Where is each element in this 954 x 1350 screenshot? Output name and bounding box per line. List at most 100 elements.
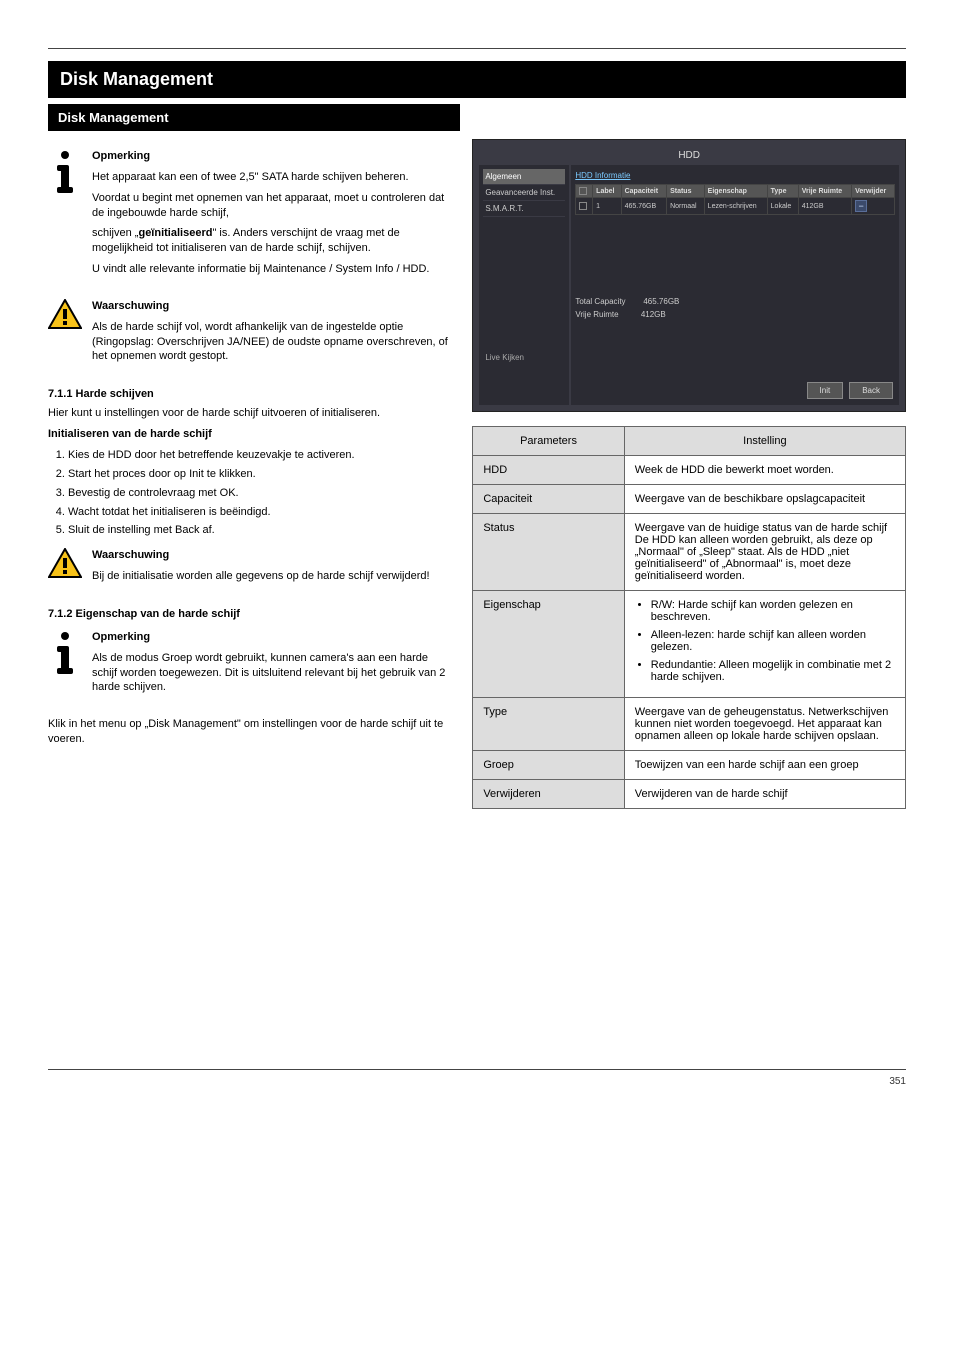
cell-value: Weergave van de geheugenstatus. Netwerks… — [624, 698, 905, 751]
cell-value: Verwijderen van de harde schijf — [624, 780, 905, 809]
right-column: HDD Algemeen Geavanceerde Inst. S.M.A.R.… — [472, 139, 906, 809]
cell-param: Verwijderen — [473, 780, 624, 809]
cell-cap: 465.76GB — [621, 198, 666, 215]
top-rule — [48, 48, 906, 49]
row-checkbox[interactable] — [579, 202, 587, 210]
parameters-table: Parameters Instelling HDD Week de HDD di… — [472, 426, 906, 809]
warn-text: Bij de initialisatie worden alle gegeven… — [92, 569, 430, 584]
cell-value: Weergave van de beschikbare opslagcapaci… — [624, 485, 905, 514]
cell-status: Normaal — [667, 198, 705, 215]
ss-tab-hdd-info[interactable]: HDD Informatie — [575, 171, 630, 180]
heading-prop: 7.1.2 Eigenschap van de harde schijf — [48, 608, 448, 620]
th-param: Parameters — [473, 427, 624, 456]
cell-value: Toewijzen van een harde schijf aan een g… — [624, 751, 905, 780]
sub-banner: Disk Management — [48, 104, 460, 131]
th-eig: Eigenschap — [704, 185, 767, 198]
list-item: Sluit de instelling met Back af. — [68, 523, 448, 538]
info-icon — [48, 630, 82, 674]
note-text: Het apparaat kan een of twee 2,5" SATA h… — [92, 170, 448, 185]
back-button[interactable]: Back — [849, 382, 893, 399]
delete-icon[interactable]: − — [855, 200, 867, 212]
ss-summary: Total Capacity 465.76GB Vrije Ruimte 412… — [575, 295, 895, 321]
page-number: 351 — [889, 1076, 906, 1087]
note-info-2: Opmerking Als de modus Groep wordt gebru… — [48, 630, 448, 701]
page-footer: 351 — [48, 1069, 906, 1087]
checkbox-icon[interactable] — [579, 187, 587, 195]
note-text: U vindt alle relevante informatie bij Ma… — [92, 262, 448, 277]
sum-tc-label: Total Capacity — [575, 297, 625, 306]
table-row: HDD Week de HDD die bewerkt moet worden. — [473, 456, 906, 485]
init-button[interactable]: Init — [807, 382, 844, 399]
cell-param: Status — [473, 514, 624, 591]
list-item: R/W: Harde schijf kan worden gelezen en … — [651, 599, 895, 623]
note-text: schijven „geïnitialiseerd" is. Anders ve… — [92, 226, 448, 256]
ss-main: HDD Informatie Label Capaciteit Status E… — [571, 165, 899, 405]
table-row: Eigenschap R/W: Harde schijf kan worden … — [473, 591, 906, 698]
list-item: Redundantie: Alleen mogelijk in combinat… — [651, 659, 895, 683]
sidebar-item-adv[interactable]: Geavanceerde Inst. — [483, 185, 565, 201]
note-title: Opmerking — [92, 630, 448, 645]
cell-param: Eigenschap — [473, 591, 624, 698]
left-column: Opmerking Het apparaat kan een of twee 2… — [48, 139, 448, 809]
table-row: Type Weergave van de geheugenstatus. Net… — [473, 698, 906, 751]
two-columns: Opmerking Het apparaat kan een of twee 2… — [48, 139, 906, 809]
app-screenshot: HDD Algemeen Geavanceerde Inst. S.M.A.R.… — [472, 139, 906, 412]
table-row: Verwijderen Verwijderen van de harde sch… — [473, 780, 906, 809]
table-row[interactable]: 1 465.76GB Normaal Lezen-schrijven Lokal… — [576, 198, 895, 215]
sidebar-live[interactable]: Live Kijken — [483, 350, 565, 365]
cell-param: Groep — [473, 751, 624, 780]
warning-icon — [48, 548, 82, 578]
warn-text: Als de harde schijf vol, wordt afhankeli… — [92, 320, 448, 365]
table-row: Status Weergave van de huidige status va… — [473, 514, 906, 591]
sidebar-item-algemeen[interactable]: Algemeen — [483, 169, 565, 185]
cell-value: Weergave van de huidige status van de ha… — [624, 514, 905, 591]
th-label: Label — [593, 185, 621, 198]
cell-eig: Lezen-schrijven — [704, 198, 767, 215]
sum-fr-val: 412GB — [641, 310, 666, 319]
cell-value: R/W: Harde schijf kan worden gelezen en … — [624, 591, 905, 698]
th-setting: Instelling — [624, 427, 905, 456]
cell-vrij: 412GB — [798, 198, 851, 215]
warning-2: Waarschuwing Bij de initialisatie worden… — [48, 548, 448, 590]
cell-param: HDD — [473, 456, 624, 485]
list-item: Start het proces door op Init te klikken… — [68, 467, 448, 482]
th-verw: Verwijder — [852, 185, 895, 198]
table-header-row: Parameters Instelling — [473, 427, 906, 456]
th-checkbox — [576, 185, 593, 198]
table-row: Capaciteit Weergave van de beschikbare o… — [473, 485, 906, 514]
sum-tc-val: 465.76GB — [643, 297, 679, 306]
ss-window-title: HDD — [479, 146, 899, 165]
table-row: Groep Toewijzen van een harde schijf aan… — [473, 751, 906, 780]
th-cap: Capaciteit — [621, 185, 666, 198]
cell-type: Lokale — [767, 198, 798, 215]
th-status: Status — [667, 185, 705, 198]
list-item: Alleen-lezen: harde schijf kan alleen wo… — [651, 629, 895, 653]
dm-p1-pre: Klik in het menu op „Disk Management" om… — [48, 718, 317, 730]
warn-title: Waarschuwing — [92, 299, 448, 314]
warn-title: Waarschuwing — [92, 548, 430, 563]
warn-body: Waarschuwing Bij de initialisatie worden… — [92, 548, 430, 590]
warning-1: Waarschuwing Als de harde schijf vol, wo… — [48, 299, 448, 370]
note-body: Opmerking Het apparaat kan een of twee 2… — [92, 149, 448, 283]
note-text: Voordat u begint met opnemen van het app… — [92, 191, 448, 221]
info-icon — [48, 149, 82, 193]
list-item: Wacht totdat het initialiseren is beëind… — [68, 505, 448, 520]
list-item: Bevestig de controlevraag met OK. — [68, 486, 448, 501]
hdd-paragraphs: Hier kunt u instellingen voor de harde s… — [48, 406, 448, 538]
ss-hdd-table: Label Capaciteit Status Eigenschap Type … — [575, 184, 895, 215]
hdd-steps: Kies de HDD door het betreffende keuzeva… — [48, 448, 448, 538]
ss-sidebar: Algemeen Geavanceerde Inst. S.M.A.R.T. L… — [479, 165, 569, 405]
cell-value: Week de HDD die bewerkt moet worden. — [624, 456, 905, 485]
section-banner: Disk Management — [48, 61, 906, 98]
cell-label: 1 — [593, 198, 621, 215]
sidebar-item-smart[interactable]: S.M.A.R.T. — [483, 201, 565, 217]
th-type: Type — [767, 185, 798, 198]
cell-param: Capaciteit — [473, 485, 624, 514]
sum-fr-label: Vrije Ruimte — [575, 310, 618, 319]
warning-icon — [48, 299, 82, 329]
cell-param: Type — [473, 698, 624, 751]
note-info-1: Opmerking Het apparaat kan een of twee 2… — [48, 149, 448, 283]
warn-body: Waarschuwing Als de harde schijf vol, wo… — [92, 299, 448, 370]
th-vrij: Vrije Ruimte — [798, 185, 851, 198]
dm-paragraph: Klik in het menu op „Disk Management" om… — [48, 717, 448, 747]
